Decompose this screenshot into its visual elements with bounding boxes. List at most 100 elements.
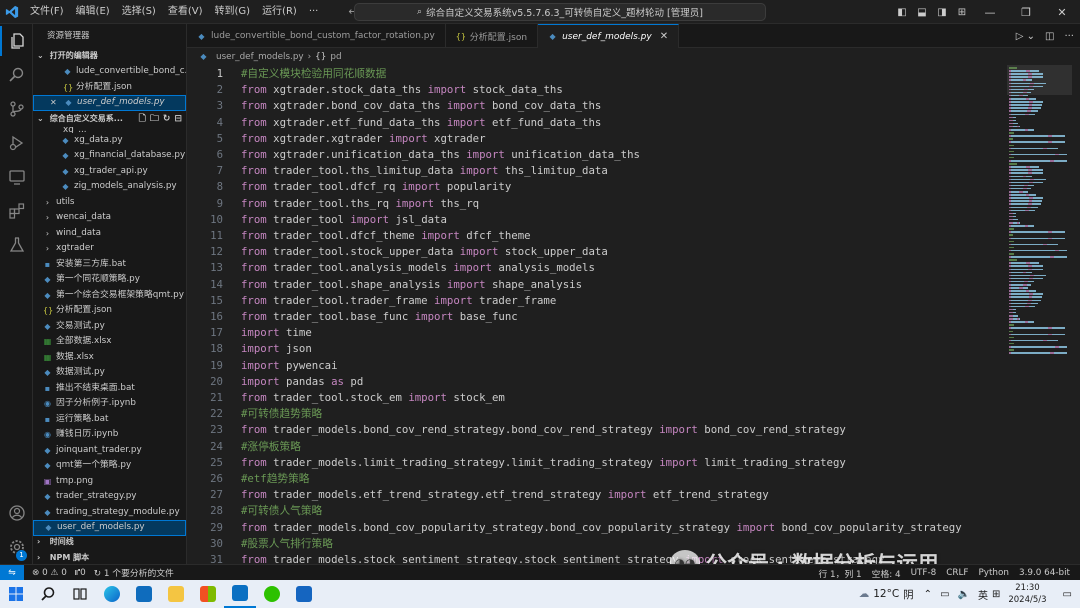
menu-selection[interactable]: 选择(S) xyxy=(116,0,162,24)
folder-item[interactable]: › utils xyxy=(33,195,186,211)
account-icon[interactable] xyxy=(0,498,33,528)
code-line[interactable]: 12 from trader_tool.stock_upper_data impo… xyxy=(187,244,1007,260)
code-editor[interactable]: 1 #自定义模块检验用同花顺数据 2 from xgtrader.stock_data… xyxy=(187,65,1007,564)
run-debug-icon[interactable] xyxy=(0,128,33,158)
start-button[interactable] xyxy=(0,580,32,608)
code-line[interactable]: 2 from xgtrader.stock_data_ths import sto… xyxy=(187,82,1007,98)
breadcrumb-symbol[interactable]: pd xyxy=(330,52,341,62)
close-window-icon[interactable]: ✕ xyxy=(1044,6,1080,19)
encoding[interactable]: UTF-8 xyxy=(911,568,937,578)
cursor-position[interactable]: 行 1，列 1 xyxy=(818,567,861,580)
file-item[interactable]: ▦ 数据.xlsx xyxy=(33,350,186,366)
code-line[interactable]: 29 from trader_models.bond_cov_popularity… xyxy=(187,520,1007,536)
file-item[interactable]: {} 分析配置.json xyxy=(33,303,186,319)
menu-file[interactable]: 文件(F) xyxy=(24,0,70,24)
edge-browser-icon[interactable] xyxy=(96,580,128,608)
file-item[interactable]: ◆ xg_data.py xyxy=(33,133,186,149)
file-item[interactable]: ◆ 第一个综合交易框架策略qmt.py xyxy=(33,288,186,304)
folder-item[interactable]: › wind_data xyxy=(33,226,186,242)
refresh-icon[interactable]: ↻ xyxy=(163,111,171,127)
manage-gear-icon[interactable]: 1 xyxy=(0,532,33,562)
open-editor-item[interactable]: {} 分析配置.json xyxy=(33,80,186,96)
wechat-taskbar-icon[interactable] xyxy=(256,580,288,608)
code-line[interactable]: 10 from trader_tool import jsl_data xyxy=(187,212,1007,228)
code-line[interactable]: 9 from trader_tool.ths_rq import ths_rq xyxy=(187,196,1007,212)
file-item[interactable]: ▪ 安装第三方库.bat xyxy=(33,257,186,273)
file-item[interactable]: ◆ 第一个同花顺策略.py xyxy=(33,272,186,288)
new-file-icon[interactable]: 🗋 xyxy=(139,111,146,127)
file-item[interactable]: ◉ 因子分析例子.ipynb xyxy=(33,396,186,412)
analysis-indicator[interactable]: ↻ 1 个要分析的文件 xyxy=(94,566,174,579)
menu-edit[interactable]: 编辑(E) xyxy=(70,0,116,24)
file-item[interactable]: ◆ xg_trader_api.py xyxy=(33,164,186,180)
network-icon[interactable]: ▭ xyxy=(940,589,949,600)
file-item[interactable]: ◆ joinquant_trader.py xyxy=(33,443,186,459)
restore-window-icon[interactable]: ❐ xyxy=(1008,6,1044,19)
code-line[interactable]: 13 from trader_tool.analysis_models impor… xyxy=(187,260,1007,276)
file-item[interactable]: ◆ qmt第一个策略.py xyxy=(33,458,186,474)
code-line[interactable]: 20 import pandas as pd xyxy=(187,374,1007,390)
code-line[interactable]: 27 from trader_models.etf_trend_strategy.… xyxy=(187,487,1007,503)
code-line[interactable]: 22 #可转债趋势策略 xyxy=(187,406,1007,422)
code-line[interactable]: 11 from trader_tool.dfcf_theme import dfc… xyxy=(187,228,1007,244)
minimap[interactable] xyxy=(1007,65,1080,564)
close-icon[interactable]: ✕ xyxy=(50,96,64,110)
store-icon[interactable] xyxy=(192,580,224,608)
npm-scripts-header[interactable]: › NPM 脚本 xyxy=(33,550,186,564)
collapse-all-icon[interactable]: ⊟ xyxy=(174,111,182,127)
code-line[interactable]: 25 from trader_models.limit_trading_strat… xyxy=(187,455,1007,471)
toggle-panel-icon[interactable]: ⬓ xyxy=(912,7,932,18)
file-item[interactable]: ▦ 全部数据.xlsx xyxy=(33,334,186,350)
menu-more-button[interactable]: ··· xyxy=(303,6,325,17)
code-line[interactable]: 16 from trader_tool.base_func import base… xyxy=(187,309,1007,325)
notifications-icon[interactable]: ▭ xyxy=(1063,589,1072,600)
menu-view[interactable]: 查看(V) xyxy=(162,0,209,24)
search-view-icon[interactable] xyxy=(0,60,33,90)
code-line[interactable]: 8 from trader_tool.dfcf_rq import popular… xyxy=(187,179,1007,195)
file-item[interactable]: ▣ tmp.png xyxy=(33,474,186,490)
code-line[interactable]: 23 from trader_models.bond_cov_rend_strat… xyxy=(187,422,1007,438)
open-editor-item[interactable]: ◆ lude_convertible_bond_c... xyxy=(33,64,186,80)
file-item[interactable]: ▪ 运行策略.bat xyxy=(33,412,186,428)
show-hidden-icons-icon[interactable]: ⌃ xyxy=(924,589,932,600)
interpreter-version[interactable]: 3.9.0 64-bit xyxy=(1019,568,1070,578)
folder-item[interactable]: › xgtrader xyxy=(33,241,186,257)
ime-settings-icon[interactable]: ⊞ xyxy=(992,589,1000,600)
ports-indicator[interactable]: ⑈0 xyxy=(75,568,86,578)
task-view-icon[interactable] xyxy=(64,580,96,608)
file-item[interactable]: ◆ 数据测试.py xyxy=(33,365,186,381)
speaker-icon[interactable]: 🔈 xyxy=(958,589,970,600)
file-item[interactable]: ◆ trader_strategy.py xyxy=(33,489,186,505)
code-line[interactable]: 3 from xgtrader.bond_cov_data_ths import … xyxy=(187,98,1007,114)
file-explorer-icon[interactable] xyxy=(160,580,192,608)
code-line[interactable]: 4 from xgtrader.etf_fund_data_ths import … xyxy=(187,115,1007,131)
code-line[interactable]: 28 #可转债人气策略 xyxy=(187,503,1007,519)
clock[interactable]: 21:30 2024/5/3 xyxy=(1008,582,1046,606)
explorer-icon[interactable] xyxy=(0,26,33,56)
run-python-file-icon[interactable]: ▷ ⌄ xyxy=(1016,31,1035,42)
code-line[interactable]: 14 from trader_tool.shape_analysis import… xyxy=(187,277,1007,293)
close-tab-icon[interactable]: ✕ xyxy=(660,31,668,42)
extensions-icon[interactable] xyxy=(0,196,33,226)
code-line[interactable]: 17 import time xyxy=(187,325,1007,341)
editor-tab[interactable]: ◆ lude_convertible_bond_custom_factor_rot… xyxy=(187,24,446,48)
minimize-window-icon[interactable]: — xyxy=(972,6,1008,19)
vscode-taskbar-icon[interactable] xyxy=(224,580,256,608)
code-line[interactable]: 7 from trader_tool.ths_limitup_data impor… xyxy=(187,163,1007,179)
command-center-search[interactable]: ⌕ 综合自定义交易系统v5.5.7.6.3_可转债自定义_题材轮动 [管理员] xyxy=(354,3,766,21)
code-line[interactable]: 1 #自定义模块检验用同花顺数据 xyxy=(187,66,1007,82)
code-line[interactable]: 5 from xgtrader.xgtrader import xgtrader xyxy=(187,131,1007,147)
file-item[interactable]: ◉ 赚钱日历.ipynb xyxy=(33,427,186,443)
file-item[interactable]: ◆ xg_financial_database.py xyxy=(33,148,186,164)
problems-indicator[interactable]: ⊗ 0 ⚠ 0 xyxy=(32,568,67,578)
file-item[interactable]: ◆ zig_models_analysis.py xyxy=(33,179,186,195)
menu-run[interactable]: 运行(R) xyxy=(256,0,303,24)
editor-tab[interactable]: ◆ user_def_models.py ✕ xyxy=(538,24,680,48)
code-line[interactable]: 18 import json xyxy=(187,341,1007,357)
menu-go[interactable]: 转到(G) xyxy=(209,0,257,24)
weather-widget[interactable]: ☁ 12°C 阴 xyxy=(859,587,914,602)
language-mode[interactable]: Python xyxy=(978,568,1009,578)
code-line[interactable]: 21 from trader_tool.stock_em import stock… xyxy=(187,390,1007,406)
editor-tab[interactable]: {} 分析配置.json xyxy=(446,24,539,48)
file-item[interactable]: ◆ trading_strategy_module.py xyxy=(33,505,186,521)
